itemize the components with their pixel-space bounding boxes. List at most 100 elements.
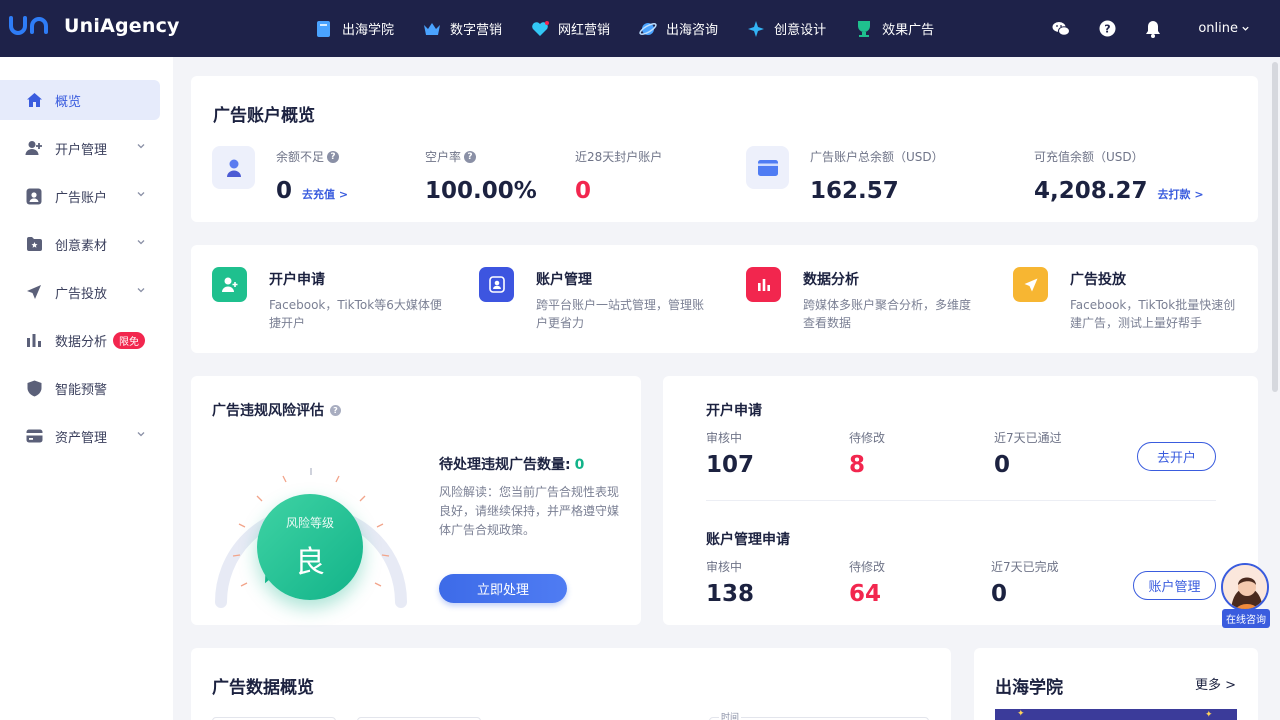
metric-value: 0 去充值 > — [276, 178, 348, 204]
quicklink-title: 账户管理 — [536, 272, 592, 288]
insufficient-balance-metric: 余额不足 ? 0 去充值 > — [276, 148, 348, 204]
manage-completed-stat: 近7天已完成 0 — [991, 558, 1059, 607]
metric-label: 余额不足 ? — [276, 148, 348, 165]
pending-label: 待处理违规广告数量: — [439, 457, 571, 473]
handle-now-button[interactable]: 立即处理 — [439, 574, 567, 603]
quicklink-desc: 跨平台账户一站式管理，管理账户更省力 — [536, 298, 705, 330]
insufficient-value: 0 — [276, 178, 293, 204]
help-icon[interactable]: ? — [1098, 20, 1116, 38]
sidebar-item-creatives[interactable]: 创意素材 — [0, 224, 160, 264]
overview-title: 广告账户概览 — [213, 106, 315, 126]
top-nav-menu: 出海学院 数字营销 网红营销 出海咨询 创意设计 效果广告 — [315, 0, 963, 57]
stat-label: 审核中 — [706, 431, 743, 445]
stat-value: 0 — [994, 452, 1011, 478]
data-overview-title: 广告数据概览 — [212, 678, 314, 698]
sidebar-item-overview[interactable]: 概览 — [0, 80, 160, 120]
shield-icon — [25, 379, 43, 397]
go-open-account-button[interactable]: 去开户 — [1137, 442, 1216, 471]
online-consult-widget[interactable]: 在线咨询 — [1220, 563, 1270, 629]
total-balance-metric: 广告账户总余额（USD） 162.57 — [810, 148, 944, 204]
sidebar-item-ad-delivery[interactable]: 广告投放 — [0, 272, 160, 312]
user-add-icon — [212, 267, 247, 302]
free-badge: 限免 — [113, 331, 146, 349]
risk-level-value: 良 — [295, 544, 325, 580]
help-icon[interactable]: ? — [327, 150, 340, 163]
bell-icon[interactable] — [1144, 20, 1162, 38]
crown-icon — [423, 20, 441, 38]
stat-label: 待修改 — [849, 560, 886, 574]
bar-chart-icon — [746, 267, 781, 302]
wallet-icon — [25, 427, 43, 445]
chevron-down-icon — [137, 144, 145, 149]
metric-label: 空户率 ? — [425, 148, 537, 165]
user-add-icon — [25, 139, 43, 157]
open-reviewing-stat: 审核中 107 — [706, 429, 754, 478]
stat-label: 待修改 — [849, 431, 886, 445]
sidebar-item-account-opening[interactable]: 开户管理 — [0, 128, 160, 168]
academy-card: 出海学院 更多 > ✦ ✦ — [974, 648, 1258, 720]
user-menu[interactable]: online — [1198, 21, 1250, 36]
page-scrollbar[interactable] — [1272, 62, 1278, 392]
topnav-label: 效果广告 — [882, 23, 935, 38]
star-icon — [747, 20, 765, 38]
account-management-button[interactable]: 账户管理 — [1133, 571, 1216, 600]
topnav-consulting[interactable]: 出海咨询 — [639, 19, 718, 38]
empty-rate-label: 空户率 — [425, 150, 462, 164]
banned-accounts-metric: 近28天封户账户 0 — [575, 148, 662, 204]
topnav-academy[interactable]: 出海学院 — [315, 19, 394, 38]
topnav-digital-marketing[interactable]: 数字营销 — [423, 19, 502, 38]
sidebar-item-label: 广告账户 — [55, 190, 108, 206]
sidebar-item-label: 概览 — [55, 94, 82, 110]
wechat-icon[interactable] — [1052, 20, 1071, 38]
chevron-down-icon — [137, 432, 145, 437]
recharge-link[interactable]: 去充值 > — [302, 186, 348, 202]
open-to-modify-stat: 待修改 8 — [849, 429, 885, 478]
ad-data-overview-card: 广告数据概览 时间 — [191, 648, 951, 720]
help-icon[interactable]: ? — [330, 404, 341, 416]
star-icon: ✦ — [1017, 709, 1025, 719]
chevron-down-icon — [1242, 26, 1249, 31]
consult-label: 在线咨询 — [1222, 609, 1270, 628]
brand-name: UniAgency — [64, 15, 180, 37]
topnav-performance-ads[interactable]: 效果广告 — [855, 19, 934, 38]
quicklink-title: 开户申请 — [269, 272, 325, 288]
sidebar-item-smart-alerts[interactable]: 智能预警 — [0, 368, 160, 408]
sidebar-item-label: 创意素材 — [55, 238, 108, 254]
quicklink-desc: Facebook，TikTok等6大媒体便捷开户 — [269, 298, 442, 330]
stat-label: 近7天已完成 — [991, 560, 1059, 574]
brand-logo[interactable]: UniAgency — [8, 14, 180, 38]
academy-banner[interactable]: ✦ ✦ — [995, 709, 1237, 720]
pending-count: 0 — [574, 457, 585, 473]
trophy-icon — [855, 20, 873, 38]
sidebar-item-data-analysis[interactable]: 数据分析 限免 — [0, 320, 160, 360]
star-icon: ✦ — [1205, 710, 1213, 720]
topnav-influencer-marketing[interactable]: 网红营销 — [531, 19, 610, 38]
help-icon[interactable]: ? — [464, 150, 477, 163]
stat-value: 8 — [849, 452, 866, 478]
creative-icon — [25, 235, 43, 253]
stat-label: 近7天已通过 — [994, 431, 1062, 445]
topnav-creative-design[interactable]: 创意设计 — [747, 19, 826, 38]
home-icon — [25, 91, 43, 109]
rechargeable-label: 可充值余额（USD） — [1034, 150, 1144, 164]
risk-title: 广告违规风险评估 — [212, 403, 324, 419]
topnav-label: 出海咨询 — [666, 23, 719, 38]
metric-value: 4,208.27 去打款 > — [1034, 178, 1204, 204]
sidebar-item-assets[interactable]: 资产管理 — [0, 416, 160, 456]
book-icon — [315, 20, 333, 38]
manage-to-modify-stat: 待修改 64 — [849, 558, 885, 607]
chevron-down-icon — [137, 192, 145, 197]
more-link[interactable]: 更多 > — [1195, 674, 1236, 693]
risk-level-label: 风险等级 — [285, 515, 334, 530]
chevron-down-icon — [137, 288, 145, 293]
pending-violations: 待处理违规广告数量: 0 — [439, 454, 584, 474]
stat-value: 64 — [849, 581, 882, 607]
account-management-app-title: 账户管理申请 — [706, 532, 790, 548]
risk-description: 风险解读：您当前广告合规性表现良好，请继续保持，并严格遵守媒体广告合规政策。 — [439, 485, 620, 537]
total-balance-label: 广告账户总余额（USD） — [810, 150, 944, 164]
time-label: 时间 — [719, 710, 742, 720]
rechargeable-value: 4,208.27 — [1034, 178, 1148, 204]
transfer-link[interactable]: 去打款 > — [1158, 186, 1204, 202]
sidebar-item-ad-accounts[interactable]: 广告账户 — [0, 176, 160, 216]
academy-title: 出海学院 — [995, 678, 1063, 698]
